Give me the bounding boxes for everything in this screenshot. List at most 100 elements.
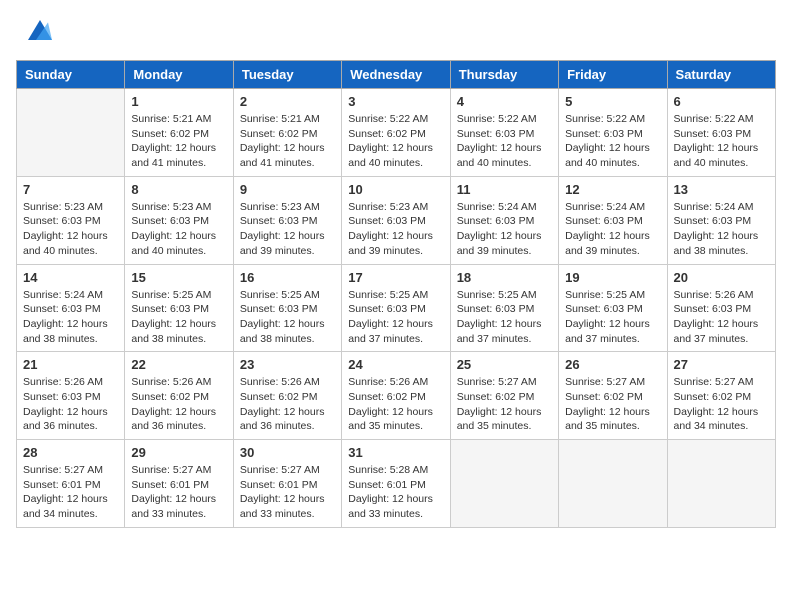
day-info: Sunrise: 5:27 AM Sunset: 6:01 PM Dayligh… — [23, 463, 118, 522]
day-info: Sunrise: 5:21 AM Sunset: 6:02 PM Dayligh… — [131, 112, 226, 171]
day-info: Sunrise: 5:23 AM Sunset: 6:03 PM Dayligh… — [240, 200, 335, 259]
day-info: Sunrise: 5:22 AM Sunset: 6:03 PM Dayligh… — [457, 112, 552, 171]
calendar-cell: 29 Sunrise: 5:27 AM Sunset: 6:01 PM Dayli… — [125, 440, 233, 528]
day-info: Sunrise: 5:27 AM Sunset: 6:02 PM Dayligh… — [565, 375, 660, 434]
day-info: Sunrise: 5:24 AM Sunset: 6:03 PM Dayligh… — [674, 200, 769, 259]
day-info: Sunrise: 5:22 AM Sunset: 6:02 PM Dayligh… — [348, 112, 443, 171]
week-row-4: 21Sunrise: 5:26 AM Sunset: 6:03 PM Dayli… — [17, 352, 776, 440]
calendar-cell: 2Sunrise: 5:21 AM Sunset: 6:02 PM Daylig… — [233, 89, 341, 177]
calendar-cell: 31 Sunrise: 5:28 AM Sunset: 6:01 PM Dayli… — [342, 440, 450, 528]
day-info: Sunrise: 5:24 AM Sunset: 6:03 PM Dayligh… — [565, 200, 660, 259]
calendar-cell — [17, 89, 125, 177]
col-friday: Friday — [559, 61, 667, 89]
day-number: 14 — [23, 270, 118, 285]
calendar-cell: 7 Sunrise: 5:23 AM Sunset: 6:03 PM Daylig… — [17, 176, 125, 264]
logo — [16, 16, 52, 48]
calendar-cell: 20 Sunrise: 5:26 AM Sunset: 6:03 PM Dayli… — [667, 264, 775, 352]
day-number: 11 — [457, 182, 552, 197]
calendar-cell: 10Sunrise: 5:23 AM Sunset: 6:03 PM Dayli… — [342, 176, 450, 264]
calendar-cell: 19Sunrise: 5:25 AM Sunset: 6:03 PM Dayli… — [559, 264, 667, 352]
day-number: 25 — [457, 357, 552, 372]
day-info: Sunrise: 5:22 AM Sunset: 6:03 PM Dayligh… — [565, 112, 660, 171]
week-row-5: 28 Sunrise: 5:27 AM Sunset: 6:01 PM Dayli… — [17, 440, 776, 528]
day-info: Sunrise: 5:23 AM Sunset: 6:03 PM Dayligh… — [348, 200, 443, 259]
day-number: 16 — [240, 270, 335, 285]
day-info: Sunrise: 5:27 AM Sunset: 6:02 PM Dayligh… — [457, 375, 552, 434]
day-info: Sunrise: 5:27 AM Sunset: 6:01 PM Dayligh… — [131, 463, 226, 522]
calendar-cell: 5 Sunrise: 5:22 AM Sunset: 6:03 PM Daylig… — [559, 89, 667, 177]
day-number: 4 — [457, 94, 552, 109]
day-number: 24 — [348, 357, 443, 372]
col-thursday: Thursday — [450, 61, 558, 89]
logo-icon — [20, 16, 52, 48]
day-number: 19 — [565, 270, 660, 285]
day-info: Sunrise: 5:25 AM Sunset: 6:03 PM Dayligh… — [131, 288, 226, 347]
calendar-cell: 24 Sunrise: 5:26 AM Sunset: 6:02 PM Dayli… — [342, 352, 450, 440]
day-number: 21 — [23, 357, 118, 372]
day-info: Sunrise: 5:25 AM Sunset: 6:03 PM Dayligh… — [457, 288, 552, 347]
day-info: Sunrise: 5:26 AM Sunset: 6:02 PM Dayligh… — [131, 375, 226, 434]
day-number: 31 — [348, 445, 443, 460]
calendar-cell: 18 Sunrise: 5:25 AM Sunset: 6:03 PM Dayli… — [450, 264, 558, 352]
calendar-cell: 23 Sunrise: 5:26 AM Sunset: 6:02 PM Dayli… — [233, 352, 341, 440]
calendar-cell: 6 Sunrise: 5:22 AM Sunset: 6:03 PM Daylig… — [667, 89, 775, 177]
day-number: 23 — [240, 357, 335, 372]
calendar-cell — [450, 440, 558, 528]
calendar-cell: 8 Sunrise: 5:23 AM Sunset: 6:03 PM Daylig… — [125, 176, 233, 264]
day-info: Sunrise: 5:23 AM Sunset: 6:03 PM Dayligh… — [23, 200, 118, 259]
calendar-cell: 12 Sunrise: 5:24 AM Sunset: 6:03 PM Dayli… — [559, 176, 667, 264]
calendar-cell: 15 Sunrise: 5:25 AM Sunset: 6:03 PM Dayli… — [125, 264, 233, 352]
day-number: 9 — [240, 182, 335, 197]
day-number: 15 — [131, 270, 226, 285]
calendar-cell: 26Sunrise: 5:27 AM Sunset: 6:02 PM Dayli… — [559, 352, 667, 440]
calendar-cell: 16 Sunrise: 5:25 AM Sunset: 6:03 PM Dayli… — [233, 264, 341, 352]
calendar-cell: 22 Sunrise: 5:26 AM Sunset: 6:02 PM Dayli… — [125, 352, 233, 440]
calendar-cell: 1 Sunrise: 5:21 AM Sunset: 6:02 PM Daylig… — [125, 89, 233, 177]
week-row-1: 1 Sunrise: 5:21 AM Sunset: 6:02 PM Daylig… — [17, 89, 776, 177]
day-info: Sunrise: 5:28 AM Sunset: 6:01 PM Dayligh… — [348, 463, 443, 522]
day-number: 30 — [240, 445, 335, 460]
col-saturday: Saturday — [667, 61, 775, 89]
day-info: Sunrise: 5:22 AM Sunset: 6:03 PM Dayligh… — [674, 112, 769, 171]
day-number: 20 — [674, 270, 769, 285]
calendar-cell: 21Sunrise: 5:26 AM Sunset: 6:03 PM Dayli… — [17, 352, 125, 440]
day-number: 18 — [457, 270, 552, 285]
day-number: 17 — [348, 270, 443, 285]
day-number: 28 — [23, 445, 118, 460]
calendar-cell: 27 Sunrise: 5:27 AM Sunset: 6:02 PM Dayli… — [667, 352, 775, 440]
day-number: 22 — [131, 357, 226, 372]
day-info: Sunrise: 5:27 AM Sunset: 6:02 PM Dayligh… — [674, 375, 769, 434]
calendar-cell: 30Sunrise: 5:27 AM Sunset: 6:01 PM Dayli… — [233, 440, 341, 528]
col-wednesday: Wednesday — [342, 61, 450, 89]
header-row: Sunday Monday Tuesday Wednesday Thursday… — [17, 61, 776, 89]
calendar-cell: 25 Sunrise: 5:27 AM Sunset: 6:02 PM Dayli… — [450, 352, 558, 440]
day-number: 7 — [23, 182, 118, 197]
day-info: Sunrise: 5:25 AM Sunset: 6:03 PM Dayligh… — [348, 288, 443, 347]
day-number: 6 — [674, 94, 769, 109]
week-row-3: 14 Sunrise: 5:24 AM Sunset: 6:03 PM Dayli… — [17, 264, 776, 352]
calendar-cell — [667, 440, 775, 528]
col-sunday: Sunday — [17, 61, 125, 89]
col-monday: Monday — [125, 61, 233, 89]
calendar-table: Sunday Monday Tuesday Wednesday Thursday… — [16, 60, 776, 528]
day-number: 8 — [131, 182, 226, 197]
day-number: 29 — [131, 445, 226, 460]
col-tuesday: Tuesday — [233, 61, 341, 89]
day-number: 12 — [565, 182, 660, 197]
calendar-cell — [559, 440, 667, 528]
day-info: Sunrise: 5:26 AM Sunset: 6:02 PM Dayligh… — [348, 375, 443, 434]
day-info: Sunrise: 5:26 AM Sunset: 6:03 PM Dayligh… — [674, 288, 769, 347]
day-number: 5 — [565, 94, 660, 109]
header — [16, 16, 776, 48]
day-info: Sunrise: 5:26 AM Sunset: 6:02 PM Dayligh… — [240, 375, 335, 434]
day-info: Sunrise: 5:24 AM Sunset: 6:03 PM Dayligh… — [457, 200, 552, 259]
calendar-cell: 13Sunrise: 5:24 AM Sunset: 6:03 PM Dayli… — [667, 176, 775, 264]
calendar-cell: 17 Sunrise: 5:25 AM Sunset: 6:03 PM Dayli… — [342, 264, 450, 352]
day-number: 27 — [674, 357, 769, 372]
day-info: Sunrise: 5:25 AM Sunset: 6:03 PM Dayligh… — [240, 288, 335, 347]
day-info: Sunrise: 5:23 AM Sunset: 6:03 PM Dayligh… — [131, 200, 226, 259]
day-number: 1 — [131, 94, 226, 109]
week-row-2: 7 Sunrise: 5:23 AM Sunset: 6:03 PM Daylig… — [17, 176, 776, 264]
day-info: Sunrise: 5:24 AM Sunset: 6:03 PM Dayligh… — [23, 288, 118, 347]
day-number: 3 — [348, 94, 443, 109]
